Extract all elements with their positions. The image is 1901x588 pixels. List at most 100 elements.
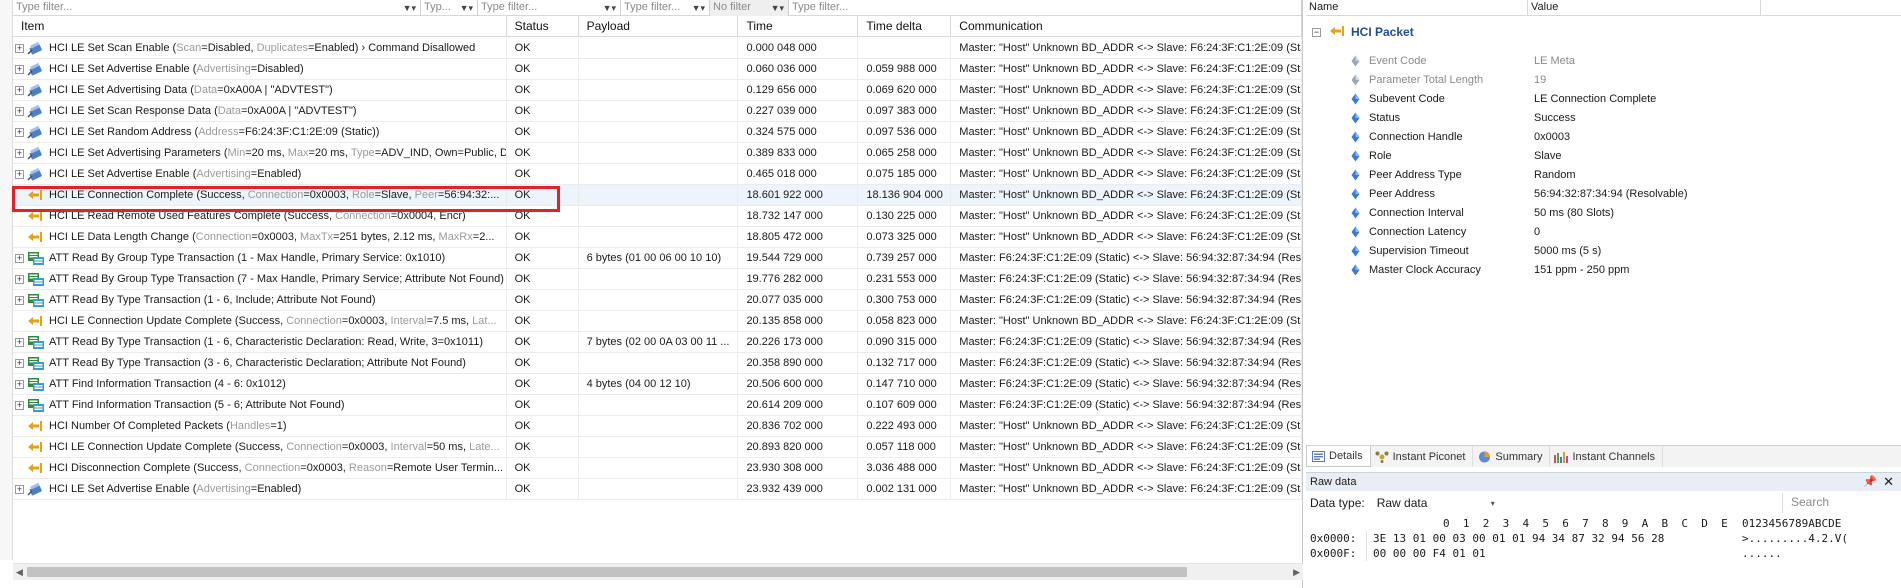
hci-packet-node[interactable]: − HCI Packet (1306, 22, 1414, 42)
status-filter-input[interactable]: Typ... ▼▾ (421, 0, 478, 16)
expand-icon[interactable]: + (15, 253, 24, 263)
table-row[interactable]: HCI LE Read Remote Used Features Complet… (13, 206, 1302, 227)
expand-icon[interactable]: + (15, 274, 24, 284)
table-row[interactable]: + ATT Find Information Transaction (4 - 6… (13, 374, 1302, 395)
filter-icon[interactable]: ▼▾ (460, 1, 473, 16)
item-cell[interactable]: + HCI LE Set Advertise Enable (Advertisin… (13, 479, 507, 499)
item-cell[interactable]: HCI Disconnection Complete (Success, Con… (13, 458, 507, 478)
collapse-icon[interactable]: − (1312, 27, 1321, 37)
item-cell[interactable]: + ATT Find Information Transaction (5 - 6… (13, 395, 507, 415)
name-column-header[interactable]: Name (1306, 0, 1528, 15)
hex-row[interactable]: 0x0000: 3E 13 01 00 03 00 01 01 94 34 87… (1306, 531, 1901, 546)
item-cell[interactable]: HCI LE Data Length Change (Connection=0x… (13, 227, 507, 247)
expand-icon[interactable]: + (15, 484, 24, 494)
scroll-left-icon[interactable]: ◀ (16, 567, 23, 578)
scrollbar-thumb[interactable] (27, 567, 1187, 577)
table-row[interactable]: HCI Disconnection Complete (Success, Con… (13, 458, 1302, 479)
value-column-header[interactable]: Value (1528, 0, 1761, 15)
filter-icon[interactable]: ▼▾ (403, 1, 416, 16)
table-row[interactable]: + ATT Read By Type Transaction (3 - 6, Ch… (13, 353, 1302, 374)
item-cell[interactable]: HCI LE Connection Complete (Success, Con… (13, 185, 507, 205)
item-cell[interactable]: + HCI LE Set Advertise Enable (Advertisin… (13, 164, 507, 184)
expand-icon[interactable]: + (15, 127, 24, 137)
property-row[interactable]: Event Code LE Meta (1306, 51, 1901, 70)
hex-bytes[interactable]: 3E 13 01 00 03 00 01 01 94 34 87 32 94 5… (1366, 531, 1742, 546)
data-type-select[interactable]: Raw data ▾ (1372, 494, 1498, 512)
column-header-item[interactable]: Item (13, 16, 507, 37)
property-row[interactable]: Master Clock Accuracy 151 ppm - 250 ppm (1306, 260, 1901, 279)
item-cell[interactable]: + HCI LE Set Advertising Parameters (Min=… (13, 143, 507, 163)
expand-icon[interactable]: + (15, 106, 24, 116)
item-cell[interactable]: + ATT Read By Group Type Transaction (7 -… (13, 269, 507, 289)
tab-summary[interactable]: Summary (1473, 446, 1551, 467)
table-row[interactable]: + HCI LE Set Scan Enable (Scan=Disabled, … (13, 38, 1302, 59)
item-cell[interactable]: HCI LE Connection Update Complete (Succe… (13, 437, 507, 457)
filter-icon[interactable]: ▼▾ (603, 1, 616, 16)
hex-ascii[interactable]: ...... (1742, 546, 1782, 561)
table-row[interactable]: + HCI LE Set Scan Response Data (Data=0xA… (13, 101, 1302, 122)
item-cell[interactable]: + ATT Read By Group Type Transaction (1 -… (13, 248, 507, 268)
property-row[interactable]: Status Success (1306, 108, 1901, 127)
communication-filter-input[interactable]: Type filter... (789, 0, 1302, 16)
item-cell[interactable]: + HCI LE Set Advertising Data (Data=0xA00… (13, 80, 507, 100)
property-row[interactable]: Peer Address 56:94:32:87:34:94 (Resolvabl… (1306, 184, 1901, 203)
item-cell[interactable]: + HCI LE Set Scan Enable (Scan=Disabled, … (13, 38, 507, 58)
property-row[interactable]: Connection Interval 50 ms (80 Slots) (1306, 203, 1901, 222)
expand-icon[interactable]: + (15, 337, 24, 347)
column-header-time[interactable]: Time (738, 16, 859, 37)
tab-instant-channels[interactable]: Instant Channels (1550, 446, 1664, 467)
table-row[interactable]: HCI LE Connection Update Complete (Succe… (13, 311, 1302, 332)
table-row[interactable]: + ATT Read By Group Type Transaction (1 -… (13, 248, 1302, 269)
expand-icon[interactable]: + (15, 64, 24, 74)
hex-bytes[interactable]: 00 00 00 F4 01 01 (1366, 546, 1742, 561)
expand-icon[interactable]: + (15, 379, 24, 389)
filter-icon[interactable]: ▼▾ (692, 1, 705, 16)
property-row[interactable]: Parameter Total Length 19 (1306, 70, 1901, 89)
table-row[interactable]: + HCI LE Set Random Address (Address=F6:2… (13, 122, 1302, 143)
delta-filter-input[interactable]: No filter ▼▾ (710, 0, 789, 16)
expand-icon[interactable]: + (15, 43, 24, 53)
column-header-status[interactable]: Status (507, 16, 579, 37)
scroll-right-icon[interactable]: ▶ (1293, 567, 1300, 578)
table-row[interactable]: HCI Number Of Completed Packets (Handles… (13, 416, 1302, 437)
chevron-down-icon[interactable]: ▾ (1491, 495, 1495, 512)
column-header-time-delta[interactable]: Time delta (858, 16, 952, 37)
table-row[interactable]: + ATT Read By Type Transaction (1 - 6, In… (13, 290, 1302, 311)
filter-icon[interactable]: ▼▾ (771, 1, 784, 16)
expand-icon[interactable]: + (15, 148, 24, 158)
property-row[interactable]: Connection Handle 0x0003 (1306, 127, 1901, 146)
item-cell[interactable]: HCI LE Read Remote Used Features Complet… (13, 206, 507, 226)
close-icon[interactable]: ✕ (1883, 474, 1894, 490)
payload-filter-input[interactable]: Type filter... ▼▾ (478, 0, 621, 16)
table-row[interactable]: + ATT Read By Type Transaction (1 - 6, Ch… (13, 332, 1302, 353)
column-header-payload[interactable]: Payload (579, 16, 739, 37)
property-row[interactable]: Peer Address Type Random (1306, 165, 1901, 184)
expand-icon[interactable]: + (15, 295, 24, 305)
item-cell[interactable]: + ATT Read By Type Transaction (1 - 6, Ch… (13, 332, 507, 352)
expand-icon[interactable]: + (15, 169, 24, 179)
property-row[interactable]: Role Slave (1306, 146, 1901, 165)
table-row[interactable]: + HCI LE Set Advertise Enable (Advertisin… (13, 59, 1302, 80)
expand-icon[interactable]: + (15, 85, 24, 95)
horizontal-scrollbar[interactable]: ◀ ▶ (13, 563, 1303, 580)
property-row[interactable]: Subevent Code LE Connection Complete (1306, 89, 1901, 108)
item-cell[interactable]: HCI Number Of Completed Packets (Handles… (13, 416, 507, 436)
table-row[interactable]: + HCI LE Set Advertise Enable (Advertisin… (13, 479, 1302, 500)
item-cell[interactable]: + ATT Read By Type Transaction (3 - 6, Ch… (13, 353, 507, 373)
table-row[interactable]: + HCI LE Set Advertise Enable (Advertisin… (13, 164, 1302, 185)
time-filter-input[interactable]: Type filter... ▼▾ (621, 0, 710, 16)
item-cell[interactable]: + HCI LE Set Scan Response Data (Data=0xA… (13, 101, 507, 121)
item-filter-input[interactable]: Type filter... ▼▾ (13, 0, 421, 16)
item-cell[interactable]: + HCI LE Set Random Address (Address=F6:2… (13, 122, 507, 142)
hex-row[interactable]: 0x000F: 00 00 00 F4 01 01 ...... (1306, 546, 1901, 561)
item-cell[interactable]: HCI LE Connection Update Complete (Succe… (13, 311, 507, 331)
table-row[interactable]: + HCI LE Set Advertising Data (Data=0xA00… (13, 80, 1302, 101)
column-header-communication[interactable]: Communication (951, 16, 1302, 37)
tab-details[interactable]: Details (1306, 446, 1371, 467)
pin-icon[interactable]: 📌 (1863, 475, 1877, 488)
expand-icon[interactable]: + (15, 400, 24, 410)
table-row[interactable]: HCI LE Data Length Change (Connection=0x… (13, 227, 1302, 248)
tab-instant-piconet[interactable]: Instant Piconet (1371, 446, 1474, 467)
table-row[interactable]: + ATT Read By Group Type Transaction (7 -… (13, 269, 1302, 290)
table-row[interactable]: HCI LE Connection Update Complete (Succe… (13, 437, 1302, 458)
